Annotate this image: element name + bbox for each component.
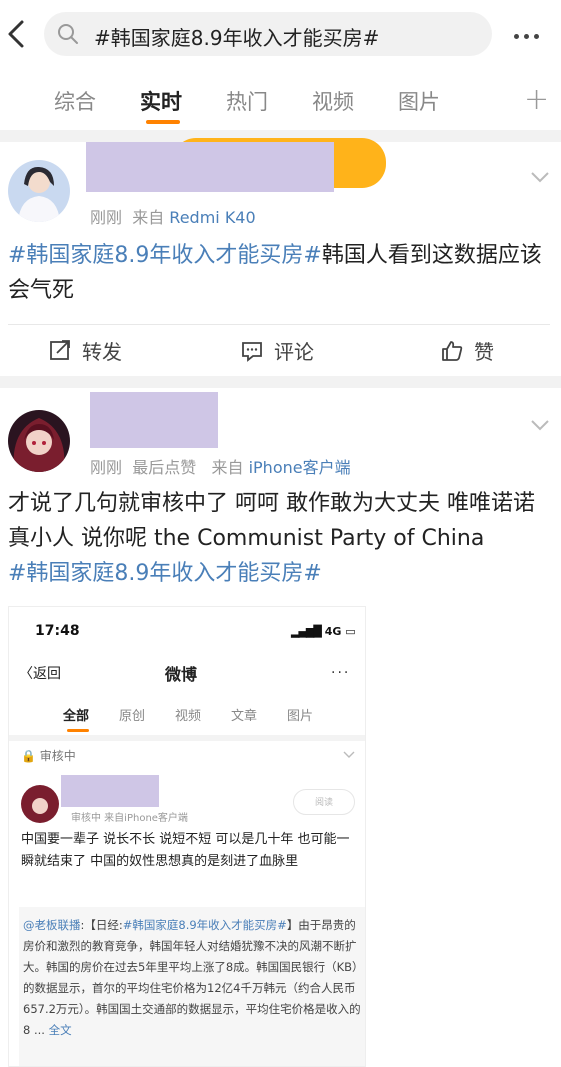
active-tab-indicator xyxy=(146,120,180,124)
thumbs-up-icon xyxy=(442,340,463,361)
status-signal: ▂▄▆█ 4G ▭ xyxy=(291,625,356,638)
tab-realtime[interactable]: 实时 xyxy=(140,86,182,116)
quote-hashtag: #韩国家庭8.9年收入才能买房# xyxy=(122,918,287,932)
like-label: 赞 xyxy=(474,340,494,364)
embed-tab: 原创 xyxy=(119,709,146,724)
hashtag-link[interactable]: #韩国家庭8.9年收入才能买房# xyxy=(8,561,322,586)
quote-body: 】由于昂贵的房价和激烈的教育竞争，韩国年轻人对结婚犹豫不决的风潮不断扩大。韩国的… xyxy=(23,918,364,1037)
section-divider xyxy=(0,376,561,388)
back-icon[interactable] xyxy=(4,16,28,52)
section-divider xyxy=(9,735,365,741)
embed-tab: 图片 xyxy=(287,709,314,724)
post-time: 刚刚 xyxy=(90,208,123,227)
post-meta: 刚刚 来自 Redmi K40 xyxy=(90,204,256,228)
post-time: 刚刚 xyxy=(90,458,123,477)
quoted-post: @老板联播:【日经:#韩国家庭8.9年收入才能买房#】由于昂贵的房价和激烈的教育… xyxy=(19,907,365,1066)
liked-note: 最后点赞 xyxy=(132,458,197,477)
read-more-link: 全文 xyxy=(48,1023,72,1037)
source-prefix: 来自 xyxy=(211,458,244,477)
more-icon[interactable] xyxy=(514,24,550,44)
post-meta: 刚刚 最后点赞 来自 iPhone客户端 xyxy=(90,454,351,478)
hashtag-link[interactable]: #韩国家庭8.9年收入才能买房# xyxy=(8,243,322,268)
search-query: #韩国家庭8.9年收入才能买房# xyxy=(94,26,380,50)
post-content: #韩国家庭8.9年收入才能买房#韩国人看到这数据应该会气死 xyxy=(8,238,548,308)
search-tabs: 综合 实时 热门 视频 图片 + xyxy=(0,68,561,130)
search-icon xyxy=(58,24,78,44)
chevron-down-icon[interactable] xyxy=(530,170,550,184)
embed-tab: 文章 xyxy=(231,709,258,724)
read-count-badge: 阅读 xyxy=(293,789,355,815)
post-text: 中国要一辈子 说长不长 说短不短 可以是几十年 也可能一瞬就结束了 中国的奴性思… xyxy=(21,832,350,869)
quote-prefix: :【日经: xyxy=(80,918,123,932)
comment-label: 评论 xyxy=(274,340,314,364)
avatar[interactable] xyxy=(8,160,70,222)
repost-icon xyxy=(50,339,70,360)
comment-icon xyxy=(242,341,262,362)
status-time: 17:48 xyxy=(35,623,80,639)
quote-user: @老板联播 xyxy=(23,918,81,932)
tab-image[interactable]: 图片 xyxy=(398,86,440,116)
post-source: iPhone客户端 xyxy=(248,458,351,477)
post-text: 才说了几句就审核中了 呵呵 敢作敢为大丈夫 唯唯诺诺真小人 说你呢 the Co… xyxy=(8,491,535,551)
active-tab-indicator xyxy=(67,729,89,732)
redacted-username xyxy=(61,775,159,807)
chevron-down-icon[interactable] xyxy=(530,418,550,432)
comment-button[interactable]: 评论 xyxy=(240,336,314,365)
source-prefix: 来自 xyxy=(132,208,165,227)
search-header: #韩国家庭8.9年收入才能买房# xyxy=(0,0,561,68)
review-status: 🔒 审核中 xyxy=(21,749,76,763)
tab-video[interactable]: 视频 xyxy=(312,86,354,116)
divider xyxy=(8,324,550,325)
redacted-username xyxy=(86,142,334,192)
avatar xyxy=(21,785,59,823)
chevron-down-icon xyxy=(343,751,355,758)
page-title: 微博 xyxy=(165,665,198,684)
tab-all[interactable]: 综合 xyxy=(54,86,96,116)
embed-tab: 全部 xyxy=(63,709,90,724)
post-meta: 审核中 来自iPhone客户端 xyxy=(71,813,188,824)
post-content: 才说了几句就审核中了 呵呵 敢作敢为大丈夫 唯唯诺诺真小人 说你呢 the Co… xyxy=(8,486,553,591)
more-icon: ··· xyxy=(331,665,351,681)
post-source: Redmi K40 xyxy=(169,208,256,227)
redacted-username xyxy=(90,392,218,448)
tab-hot[interactable]: 热门 xyxy=(226,86,268,116)
repost-label: 转发 xyxy=(82,340,122,364)
embed-tab: 视频 xyxy=(175,709,202,724)
back-button: 〈返回 xyxy=(19,666,61,682)
search-input[interactable]: #韩国家庭8.9年收入才能买房# xyxy=(44,12,492,56)
like-button[interactable]: 赞 xyxy=(440,336,494,365)
avatar[interactable] xyxy=(8,410,70,472)
repost-button[interactable]: 转发 xyxy=(48,336,122,365)
add-tab-icon[interactable]: + xyxy=(524,82,549,117)
embedded-screenshot[interactable]: 17:48 ▂▄▆█ 4G ▭ 〈返回 微博 ··· 全部 原创 视频 文章 图… xyxy=(8,606,366,1067)
